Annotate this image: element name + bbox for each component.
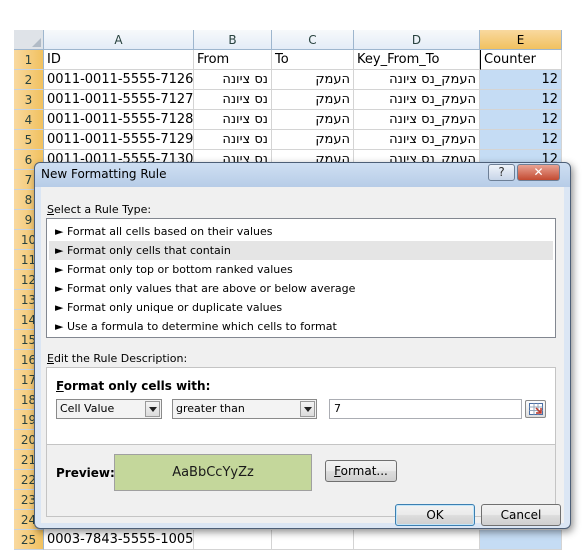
table-cell[interactable]: נס ציונה bbox=[194, 130, 272, 150]
table-cell[interactable] bbox=[354, 530, 480, 550]
table-cell[interactable] bbox=[194, 530, 272, 550]
column-header-c[interactable]: C bbox=[272, 30, 354, 50]
table-row: 3 0011-0011-5555-7127 נס ציונה העמק העמק_נס … bbox=[14, 90, 565, 110]
format-button[interactable]: Format... bbox=[325, 460, 397, 482]
column-header-e[interactable]: E bbox=[480, 30, 562, 50]
table-cell[interactable]: 0011-0011-5555-7129 bbox=[44, 130, 194, 150]
collapse-dialog-button[interactable] bbox=[525, 400, 546, 418]
operator-value: greater than bbox=[176, 402, 245, 415]
table-cell[interactable]: 0011-0011-5555-7127 bbox=[44, 90, 194, 110]
table-row: 4 0011-0011-5555-7128 נס ציונה העמק העמק_נס … bbox=[14, 110, 565, 130]
rule-type-item-selected[interactable]: ► Format only cells that contain bbox=[49, 241, 553, 260]
table-cell[interactable]: נס ציונה bbox=[194, 90, 272, 110]
operator-dropdown[interactable]: greater than bbox=[172, 399, 317, 419]
rule-type-item[interactable]: ► Format only top or bottom ranked value… bbox=[49, 260, 553, 279]
row-header[interactable]: 4 bbox=[14, 110, 44, 130]
chevron-down-icon[interactable] bbox=[300, 401, 315, 417]
rule-description-panel: Format only cells with: Cell Value great… bbox=[46, 367, 556, 517]
table-row: 5 0011-0011-5555-7129 נס ציונה העמק העמק_נס … bbox=[14, 130, 565, 150]
rule-type-item[interactable]: ► Use a formula to determine which cells… bbox=[49, 317, 553, 336]
table-cell[interactable]: נס ציונה bbox=[194, 110, 272, 130]
table-cell[interactable] bbox=[480, 530, 562, 550]
rule-type-item[interactable]: ► Format only unique or duplicate values bbox=[49, 298, 553, 317]
column-title-cell[interactable]: Counter bbox=[480, 50, 562, 70]
dialog-body: Select a Rule Type: ► Format all cells b… bbox=[41, 187, 564, 526]
table-cell[interactable]: העמק bbox=[272, 130, 354, 150]
row-header[interactable]: 5 bbox=[14, 130, 44, 150]
value-input[interactable]: 7 bbox=[329, 399, 522, 419]
close-button[interactable]: ✕ bbox=[517, 164, 560, 181]
cancel-button[interactable]: Cancel bbox=[481, 504, 561, 526]
table-cell[interactable]: העמק bbox=[272, 70, 354, 90]
column-title-cell[interactable]: ID bbox=[44, 50, 194, 70]
table-cell[interactable]: 0003-7843-5555-1005 bbox=[44, 530, 194, 550]
table-row: 25 0003-7843-5555-1005 bbox=[14, 530, 565, 550]
table-cell[interactable]: 12 bbox=[480, 110, 562, 130]
preview-label: Preview: bbox=[56, 466, 115, 480]
column-header-a[interactable]: A bbox=[44, 30, 194, 50]
table-cell[interactable]: העמק bbox=[272, 90, 354, 110]
column-header-bar: A B C D E bbox=[14, 30, 565, 50]
table-row: 2 0011-0011-5555-7126 נס ציונה העמק העמק_נס … bbox=[14, 70, 565, 90]
help-button[interactable]: ? bbox=[488, 164, 515, 181]
column-header-b[interactable]: B bbox=[194, 30, 272, 50]
column-title-cell[interactable]: To bbox=[272, 50, 354, 70]
row-header[interactable]: 25 bbox=[14, 530, 44, 550]
rule-type-item[interactable]: ► Format only values that are above or b… bbox=[49, 279, 553, 298]
row-header[interactable]: 1 bbox=[14, 50, 44, 70]
table-cell[interactable]: 0011-0011-5555-7126 bbox=[44, 70, 194, 90]
header-row: 1 ID From To Key_From_To Counter bbox=[14, 50, 565, 70]
ok-button[interactable]: OK bbox=[395, 504, 475, 526]
edit-description-label: Edit the Rule Description: bbox=[47, 352, 188, 365]
table-cell[interactable]: 12 bbox=[480, 130, 562, 150]
table-cell[interactable]: העמק_נס ציונה bbox=[354, 70, 480, 90]
condition-field-dropdown[interactable]: Cell Value bbox=[56, 399, 162, 419]
table-cell[interactable]: העמק_נס ציונה bbox=[354, 90, 480, 110]
table-cell[interactable]: העמק bbox=[272, 110, 354, 130]
select-all-corner[interactable] bbox=[14, 30, 44, 50]
rule-type-label: Select a Rule Type: bbox=[47, 203, 152, 216]
table-cell[interactable] bbox=[272, 530, 354, 550]
format-only-cells-label: Format only cells with: bbox=[56, 379, 211, 393]
column-title-cell[interactable]: From bbox=[194, 50, 272, 70]
dialog-titlebar[interactable]: New Formatting Rule ? ✕ bbox=[35, 163, 570, 187]
range-select-icon bbox=[529, 403, 543, 415]
rule-type-item[interactable]: ► Format all cells based on their values bbox=[49, 222, 553, 241]
rule-type-list[interactable]: ► Format all cells based on their values… bbox=[46, 218, 556, 338]
column-title-cell[interactable]: Key_From_To bbox=[354, 50, 480, 70]
table-cell[interactable]: העמק_נס ציונה bbox=[354, 110, 480, 130]
chevron-down-icon[interactable] bbox=[145, 401, 160, 417]
table-cell[interactable]: 12 bbox=[480, 90, 562, 110]
format-preview: AaBbCcYyZz bbox=[114, 454, 312, 491]
column-header-d[interactable]: D bbox=[354, 30, 480, 50]
row-header[interactable]: 3 bbox=[14, 90, 44, 110]
row-header[interactable]: 2 bbox=[14, 70, 44, 90]
dialog-title: New Formatting Rule bbox=[41, 167, 167, 181]
new-formatting-rule-dialog: New Formatting Rule ? ✕ Select a Rule Ty… bbox=[34, 162, 571, 529]
table-cell[interactable]: 12 bbox=[480, 70, 562, 90]
table-cell[interactable]: נס ציונה bbox=[194, 70, 272, 90]
table-cell[interactable]: 0011-0011-5555-7128 bbox=[44, 110, 194, 130]
condition-field-value: Cell Value bbox=[60, 402, 115, 415]
table-cell[interactable]: העמק_נס ציונה bbox=[354, 130, 480, 150]
